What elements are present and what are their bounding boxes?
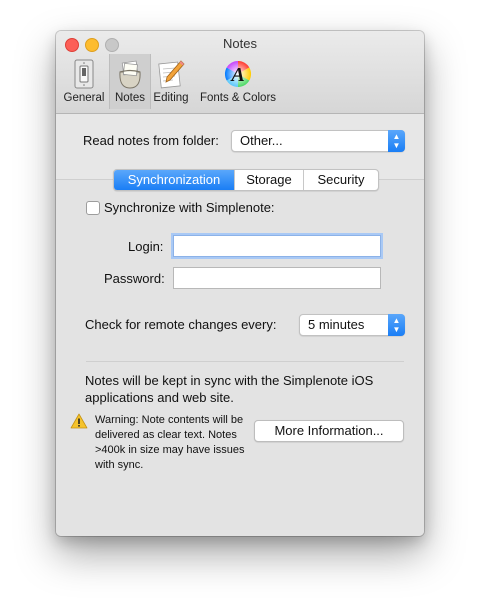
toolbar-item-fonts-colors[interactable]: A Fonts & Colors bbox=[193, 54, 283, 109]
password-field[interactable] bbox=[173, 267, 381, 289]
notepad-pencil-icon bbox=[158, 60, 185, 89]
notes-bag-icon bbox=[119, 60, 141, 89]
warning-icon bbox=[70, 413, 88, 429]
svg-text:A: A bbox=[229, 64, 244, 86]
toolbar-label-fonts-colors: Fonts & Colors bbox=[199, 92, 277, 104]
login-input[interactable] bbox=[174, 236, 380, 256]
login-label: Login: bbox=[128, 239, 164, 254]
chevron-updown-icon: ▲ ▼ bbox=[388, 314, 405, 336]
interval-popup[interactable]: 5 minutes ▲ ▼ bbox=[299, 314, 405, 336]
toolbar-label-editing: Editing bbox=[153, 92, 189, 104]
tab-security[interactable]: Security bbox=[303, 170, 378, 190]
interval-popup-value: 5 minutes bbox=[308, 317, 365, 332]
sync-info-text: Notes will be kept in sync with the Simp… bbox=[85, 373, 374, 405]
toolbar-label-general: General bbox=[63, 92, 105, 104]
tab-storage[interactable]: Storage bbox=[234, 170, 303, 190]
sync-checkbox[interactable] bbox=[86, 201, 100, 215]
toolbar-item-notes[interactable]: Notes bbox=[109, 54, 151, 109]
tab-synchronization[interactable]: Synchronization bbox=[114, 170, 234, 190]
preferences-window: Notes General Notes Editing A Fonts & Co… bbox=[56, 31, 424, 536]
window-title: Notes bbox=[223, 36, 257, 51]
tab-bar: Synchronization Storage Security bbox=[113, 169, 379, 191]
toolbar-item-general[interactable]: General bbox=[61, 54, 107, 109]
color-wheel-font-icon: A bbox=[224, 60, 252, 88]
titlebar: Notes General Notes Editing A Fonts & Co… bbox=[56, 31, 424, 114]
folder-label: Read notes from folder: bbox=[83, 133, 219, 148]
password-label: Password: bbox=[104, 271, 165, 286]
tab-view bbox=[56, 179, 424, 536]
warning-text: Warning: Note contents will be delivered… bbox=[95, 414, 245, 471]
toolbar-label-notes: Notes bbox=[114, 92, 146, 104]
chevron-updown-icon: ▲ ▼ bbox=[388, 130, 405, 152]
toolbar-item-editing[interactable]: Editing bbox=[151, 54, 191, 109]
interval-label: Check for remote changes every: bbox=[85, 317, 277, 332]
light-switch-icon bbox=[74, 59, 94, 89]
password-input[interactable] bbox=[174, 268, 380, 288]
separator bbox=[86, 361, 404, 362]
folder-popup-value: Other... bbox=[240, 133, 283, 148]
login-field[interactable] bbox=[173, 235, 381, 257]
more-information-button[interactable]: More Information... bbox=[254, 420, 404, 442]
folder-popup[interactable]: Other... ▲ ▼ bbox=[231, 130, 405, 152]
sync-checkbox-label: Synchronize with Simplenote: bbox=[104, 200, 275, 215]
